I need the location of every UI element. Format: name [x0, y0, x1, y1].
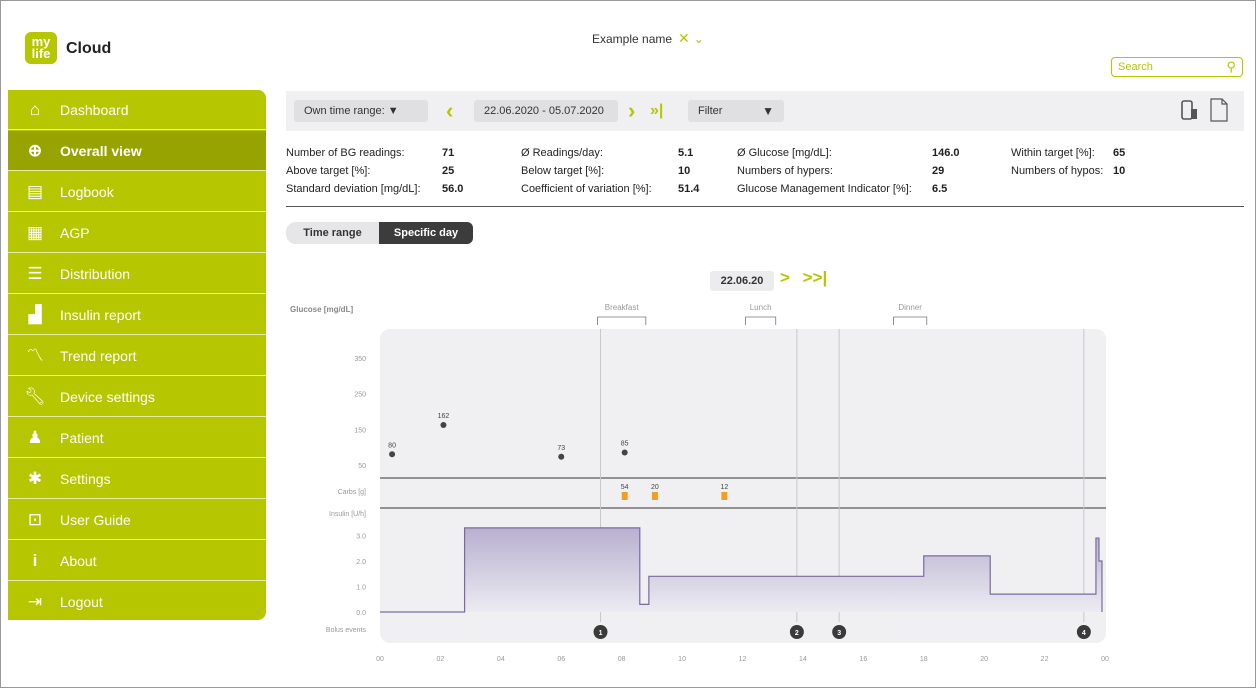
glucose-value-label: 85 [621, 441, 629, 448]
glucose-value-label: 80 [388, 442, 396, 449]
meal-label: Lunch [750, 303, 772, 312]
x-tick-label: 16 [859, 656, 867, 663]
bolus-event-number: 2 [795, 630, 799, 637]
x-tick-label: 00 [1101, 656, 1109, 663]
bolus-event-number: 3 [837, 630, 841, 637]
carbs-value-label: 54 [621, 484, 629, 491]
x-tick-label: 08 [618, 656, 626, 663]
meal-label: Breakfast [605, 303, 640, 312]
daily-chart: Glucose [mg/dL] Carbs [g] Insulin [U/h] … [290, 303, 1109, 663]
glucose-point [440, 422, 447, 429]
insulin-axis-label: Insulin [U/h] [329, 511, 366, 518]
glucose-tick-label: 250 [354, 392, 366, 399]
insulin-tick-label: 1.0 [356, 585, 366, 592]
carbs-marker [721, 492, 728, 500]
x-tick-label: 00 [376, 656, 384, 663]
meal-bracket [597, 316, 647, 325]
glucose-point [389, 451, 396, 458]
carbs-axis-label: Carbs [g] [338, 489, 366, 496]
carbs-value-label: 12 [720, 484, 728, 491]
x-tick-label: 12 [739, 656, 747, 663]
insulin-tick-label: 2.0 [356, 559, 366, 566]
x-tick-label: 18 [920, 656, 928, 663]
carbs-value-label: 20 [651, 484, 659, 491]
glucose-point [621, 449, 628, 456]
bolus-event-number: 1 [599, 630, 603, 637]
x-tick-label: 14 [799, 656, 807, 663]
meal-label: Dinner [898, 303, 922, 312]
insulin-tick-label: 3.0 [356, 534, 366, 541]
carbs-marker [651, 492, 658, 500]
x-tick-label: 20 [980, 656, 988, 663]
bolus-axis-label: Bolus events [326, 627, 367, 634]
glucose-value-label: 73 [557, 445, 565, 452]
insulin-tick-label: 0.0 [356, 610, 366, 617]
glucose-tick-label: 50 [358, 463, 366, 470]
glucose-axis-label: Glucose [mg/dL] [290, 305, 353, 314]
x-tick-label: 22 [1041, 656, 1049, 663]
glucose-tick-label: 350 [354, 356, 366, 363]
x-tick-label: 06 [557, 656, 565, 663]
carbs-marker [621, 492, 628, 500]
glucose-value-label: 162 [438, 413, 450, 420]
glucose-point [558, 453, 565, 460]
bolus-event-number: 4 [1082, 630, 1086, 637]
meal-bracket [745, 316, 777, 325]
x-tick-label: 04 [497, 656, 505, 663]
meal-bracket [893, 316, 928, 325]
x-tick-label: 02 [437, 656, 445, 663]
glucose-tick-label: 150 [354, 427, 366, 434]
x-tick-label: 10 [678, 656, 686, 663]
